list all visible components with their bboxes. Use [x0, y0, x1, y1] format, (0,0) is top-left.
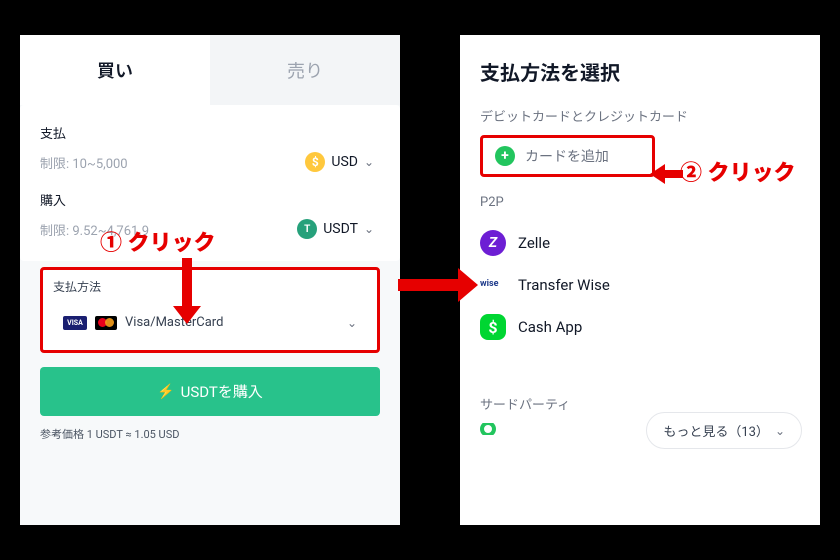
- add-card-button[interactable]: + カードを追加: [480, 135, 655, 177]
- buy-usdt-button[interactable]: ⚡ USDTを購入: [40, 367, 380, 416]
- p2p-item-label: Transfer Wise: [518, 276, 610, 294]
- arrow-down-icon: [182, 258, 201, 324]
- amount-card: 支払 制限: 10~5,000 $ USD ⌄ 購入 制限: 9.52~4,76…: [20, 105, 400, 261]
- provider-icon: [480, 423, 496, 435]
- tabs: 買い 売り: [20, 35, 400, 105]
- bolt-icon: ⚡: [157, 384, 174, 400]
- chevron-down-icon: ⌄: [364, 222, 374, 236]
- payment-method-card[interactable]: 支払方法 VISA Visa/MasterCard ⌄: [40, 267, 380, 353]
- p2p-item-label: Cash App: [518, 318, 582, 336]
- zelle-icon: Z: [480, 230, 506, 256]
- show-more-label: もっと見る（13）: [663, 421, 769, 440]
- p2p-item-label: Zelle: [518, 234, 550, 252]
- buy-row: 制限: 9.52~4,761.9 T USDT ⌄: [40, 215, 380, 243]
- buy-button-label: USDTを購入: [181, 381, 263, 402]
- usd-icon: $: [305, 152, 325, 172]
- mastercard-icon: [95, 316, 117, 330]
- section-debit-label: デビットカードとクレジットカード: [480, 106, 800, 125]
- buy-limit-text: 制限: 9.52~4,761.9: [40, 220, 149, 239]
- pay-limit-text: 制限: 10~5,000: [40, 153, 128, 172]
- reference-price: 参考価格 1 USDT ≈ 1.05 USD: [40, 426, 380, 442]
- wise-icon: wise: [480, 279, 506, 291]
- p2p-item-zelle[interactable]: Z Zelle: [480, 220, 800, 266]
- plus-icon: +: [495, 146, 515, 166]
- panel-title: 支払方法を選択: [480, 57, 800, 86]
- chevron-down-icon: ⌄: [347, 316, 357, 330]
- pay-row: 制限: 10~5,000 $ USD ⌄: [40, 148, 380, 176]
- show-more-button[interactable]: もっと見る（13） ⌄: [646, 412, 802, 449]
- buy-currency-select[interactable]: T USDT ⌄: [291, 215, 380, 243]
- payment-method-select[interactable]: VISA Visa/MasterCard ⌄: [53, 305, 367, 340]
- visa-icon: VISA: [63, 316, 87, 330]
- buy-currency-label: USDT: [323, 221, 358, 237]
- chevron-down-icon: ⌄: [364, 155, 374, 169]
- payment-method-label: 支払方法: [53, 278, 367, 295]
- tab-sell[interactable]: 売り: [210, 35, 400, 105]
- cashapp-icon: $: [480, 314, 506, 340]
- buy-label: 購入: [40, 190, 380, 209]
- arrow-right-icon: [398, 268, 478, 302]
- arrow-left-icon: [650, 163, 683, 184]
- pay-label: 支払: [40, 123, 380, 142]
- tab-buy[interactable]: 買い: [20, 35, 210, 105]
- payment-method-panel: 支払方法を選択 デビットカードとクレジットカード + カードを追加 P2P Z …: [460, 35, 820, 525]
- section-thirdparty-label: サードパーティ: [480, 394, 800, 413]
- usdt-icon: T: [297, 219, 317, 239]
- p2p-item-cashapp[interactable]: $ Cash App: [480, 304, 800, 350]
- chevron-down-icon: ⌄: [775, 424, 785, 438]
- pay-currency-label: USD: [331, 154, 358, 170]
- section-p2p-label: P2P: [480, 195, 800, 210]
- buy-sell-panel: 買い 売り 支払 制限: 10~5,000 $ USD ⌄ 購入 制限: 9.5…: [20, 35, 400, 525]
- pay-currency-select[interactable]: $ USD ⌄: [299, 148, 380, 176]
- add-card-label: カードを追加: [525, 146, 609, 166]
- p2p-item-transferwise[interactable]: wise Transfer Wise: [480, 266, 800, 304]
